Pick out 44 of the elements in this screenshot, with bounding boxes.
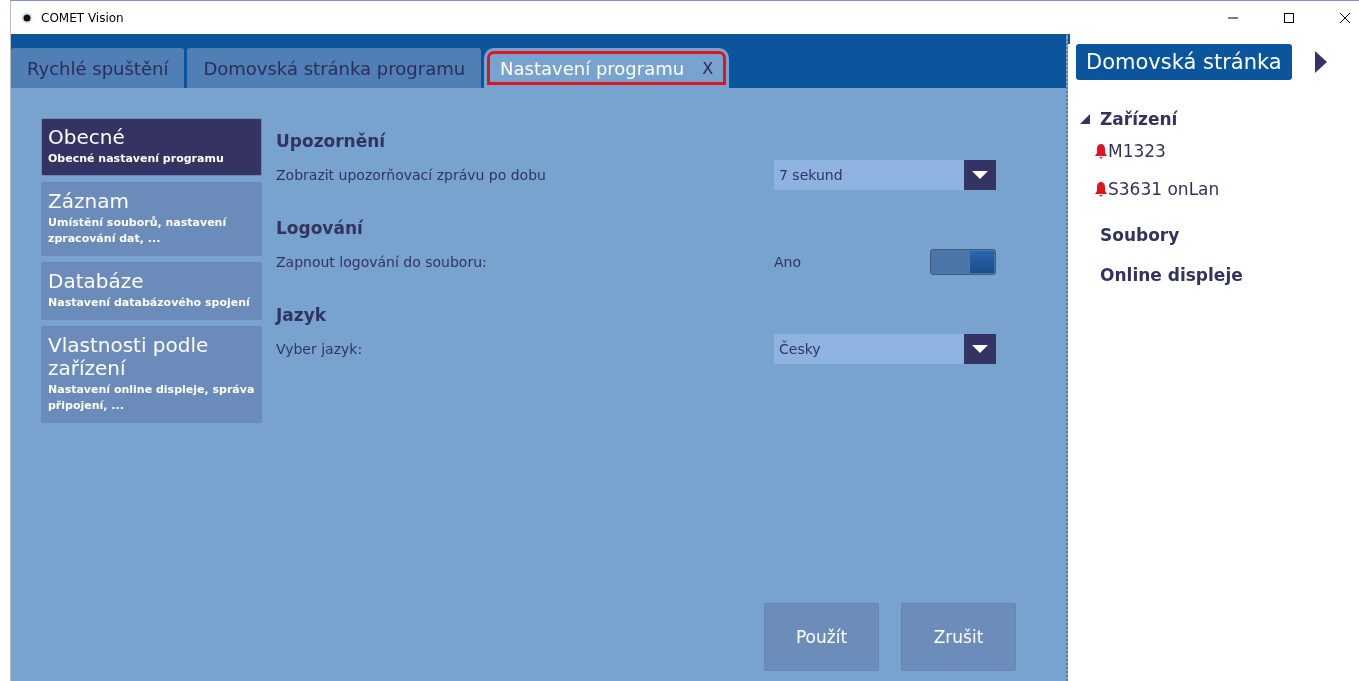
tab-close-button[interactable]: X xyxy=(702,58,714,78)
category-item[interactable]: Záznam Umístění souborů, nastavení zpracování dat, ... xyxy=(41,182,262,256)
bell-icon xyxy=(1094,181,1108,197)
dropdown-value: 7 sekund xyxy=(778,167,843,183)
dropdown[interactable]: 7 sekund xyxy=(774,160,996,190)
dropdown-value: Česky xyxy=(778,341,821,357)
category-item[interactable]: Vlastnosti podle zařízení Nastavení online displeje, správa připojení, ... xyxy=(41,326,262,423)
category-title: Záznam xyxy=(48,190,130,213)
device-item[interactable]: M1323 xyxy=(1108,141,1166,161)
tab[interactable]: Rychlé spuštění xyxy=(11,48,185,88)
tab[interactable]: Domovská stránka programu xyxy=(187,48,482,88)
app-logo-icon xyxy=(21,11,33,24)
tree-group-label[interactable]: Zařízení xyxy=(1100,109,1178,129)
category-title: Obecné xyxy=(48,126,126,149)
category-title: Vlastnosti podle zařízení xyxy=(48,334,210,380)
toggle-state-label: Ano xyxy=(774,254,801,270)
section-heading: Jazyk xyxy=(276,305,328,325)
category-item[interactable]: Obecné Obecné nastavení programu xyxy=(41,118,262,176)
category-item[interactable]: Databáze Nastavení databázového spojení xyxy=(41,262,262,320)
setting-label: Zapnout logování do souboru: xyxy=(276,254,487,270)
device-item[interactable]: S3631 onLan xyxy=(1108,179,1220,199)
tree-group-label[interactable]: Soubory xyxy=(1100,225,1180,245)
category-description: Nastavení databázového spojení xyxy=(48,295,251,311)
action-button[interactable]: Zrušit xyxy=(901,603,1016,671)
close-icon xyxy=(1339,11,1351,24)
toggle-switch[interactable] xyxy=(930,249,996,275)
maximize-icon xyxy=(1283,11,1295,24)
section-heading: Upozornění xyxy=(276,131,387,151)
tree-group-label[interactable]: Online displeje xyxy=(1100,265,1243,285)
bell-icon xyxy=(1094,143,1108,159)
section-heading: Logování xyxy=(276,218,365,238)
expand-arrow-icon[interactable] xyxy=(1313,50,1328,74)
dropdown[interactable]: Česky xyxy=(774,334,996,364)
window-title: COMET Vision xyxy=(41,10,125,25)
setting-label: Vyber jazyk: xyxy=(276,341,363,357)
sidebar-title-button[interactable]: Domovská stránka xyxy=(1076,44,1292,80)
category-description: Umístění souborů, nastavení zpracování dat, ... xyxy=(48,215,228,247)
tab[interactable]: Nastavení programu X xyxy=(484,48,730,88)
setting-label: Zobrazit upozorňovací zprávu po dobu xyxy=(276,167,546,183)
action-button[interactable]: Použít xyxy=(764,603,879,671)
category-description: Nastavení online displeje, správa připojení, ... xyxy=(48,382,255,414)
tree-toggle-icon[interactable] xyxy=(1078,112,1092,126)
category-title: Databáze xyxy=(48,270,145,293)
category-description: Obecné nastavení programu xyxy=(48,151,225,167)
